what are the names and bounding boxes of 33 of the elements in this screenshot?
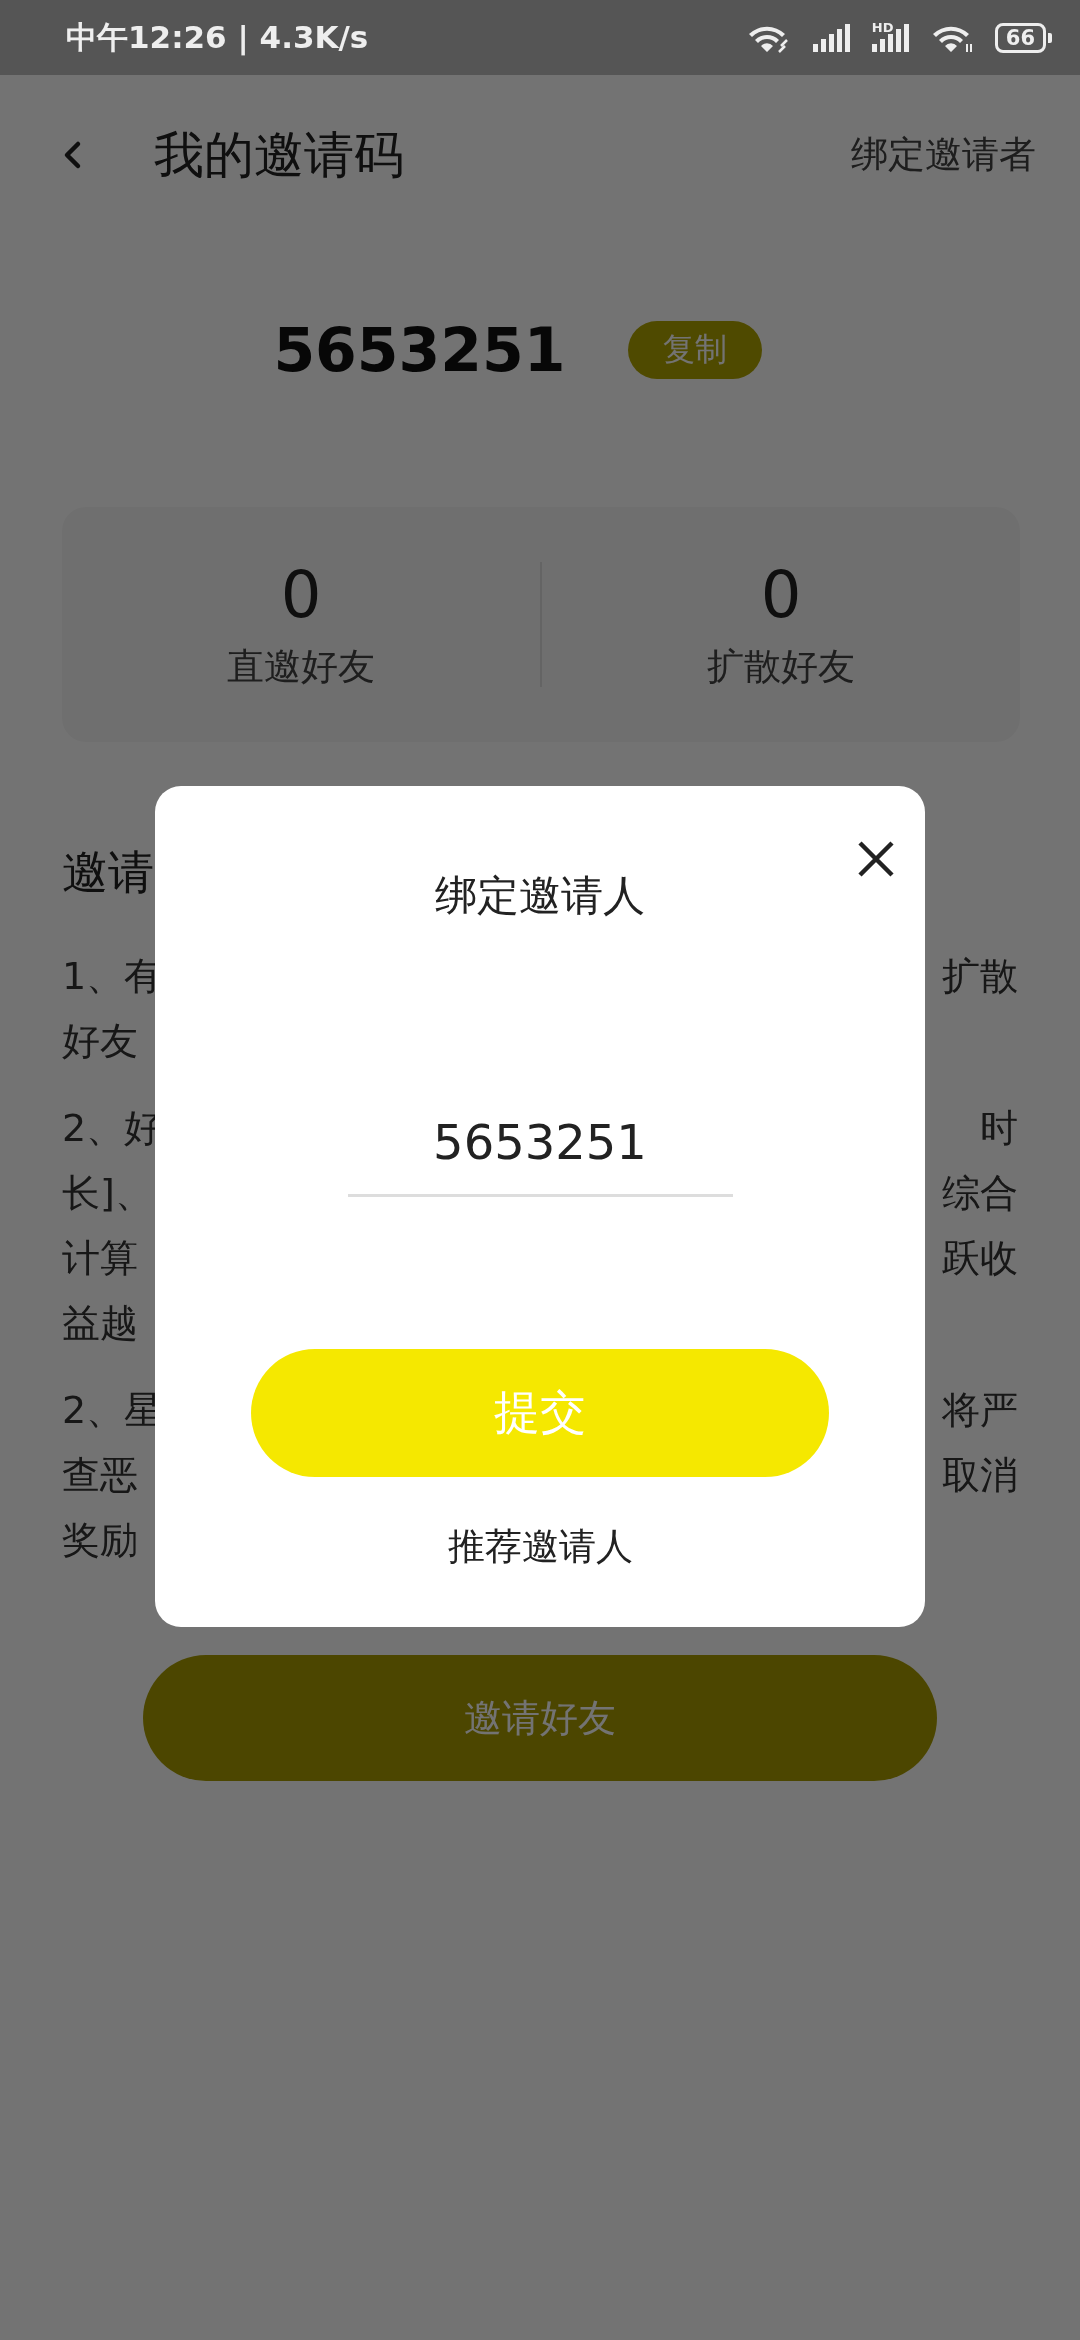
rule-text: 将严 xyxy=(942,1387,1018,1434)
rule-text: 扩散 xyxy=(942,953,1018,1000)
recommend-inviter-link[interactable]: 推荐邀请人 xyxy=(447,1522,633,1572)
invite-friends-button[interactable]: 邀请好友 xyxy=(143,1655,937,1781)
rule-text: 综合 xyxy=(942,1170,1018,1217)
invite-code: 5653251 xyxy=(273,315,566,385)
rule-text: 2、星 xyxy=(62,1387,163,1434)
signal-icon xyxy=(871,23,909,52)
battery-level: 66 xyxy=(994,22,1046,53)
rule-text: 跃收 xyxy=(942,1235,1018,1282)
rule-text: 长]、 xyxy=(62,1170,153,1217)
inviter-code-field[interactable]: 5653251 xyxy=(347,1114,733,1197)
page-title: 我的邀请码 xyxy=(154,124,405,186)
bind-inviter-link[interactable]: 绑定邀请者 xyxy=(851,130,1036,180)
rule-text: 取消 xyxy=(942,1452,1018,1499)
stat-label: 直邀好友 xyxy=(227,643,375,690)
rule-text: 计算 xyxy=(62,1235,138,1282)
rule-text: 时 xyxy=(980,1105,1018,1152)
rule-text: 1、有 xyxy=(62,953,163,1000)
rule-text: 奖励 xyxy=(62,1517,138,1564)
stat-value: 0 xyxy=(760,557,802,632)
status-time: 中午12:26 | 4.3K/s xyxy=(66,17,369,58)
copy-button[interactable]: 复制 xyxy=(627,321,762,379)
rule-text: 好友 xyxy=(62,1018,138,1065)
signal-icon xyxy=(812,23,850,52)
rule-text: 查恶 xyxy=(62,1452,138,1499)
network-label: HD xyxy=(871,19,894,35)
stat-label: 扩散好友 xyxy=(707,643,855,690)
rules-title: 邀请 xyxy=(62,844,154,901)
close-icon[interactable] xyxy=(857,840,895,878)
dialog-title: 绑定邀请人 xyxy=(435,870,645,922)
rule-text: 益越 xyxy=(62,1300,138,1347)
stat-value: 0 xyxy=(280,557,322,632)
